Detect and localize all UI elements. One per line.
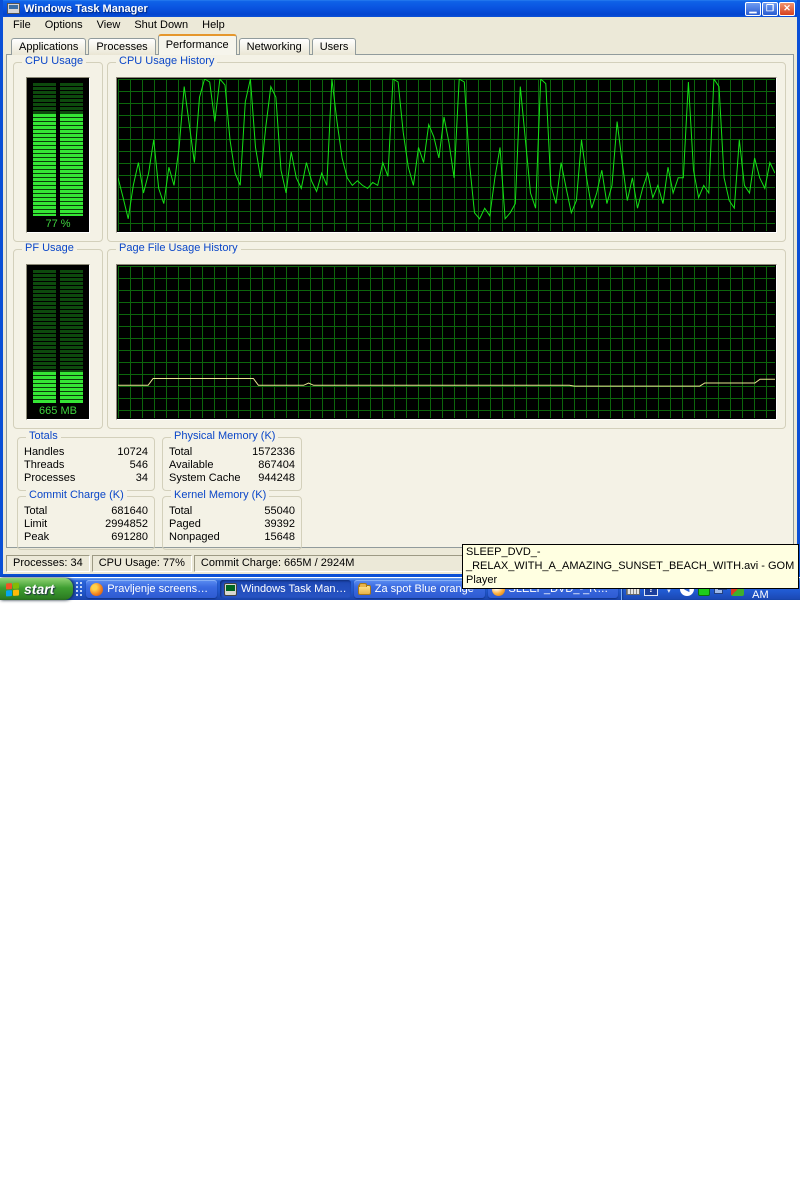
cpu-usage-groupbox: CPU Usage 77 %: [13, 55, 103, 242]
menu-shutdown[interactable]: Shut Down: [127, 18, 195, 32]
stat-label: Peak: [24, 531, 50, 543]
kernel-memory-groupbox: Kernel Memory (K) Total 55040 Paged 3939…: [162, 489, 302, 550]
cpu-usage-value: 77 %: [45, 218, 71, 230]
start-button[interactable]: start: [0, 578, 74, 600]
totals-groupbox: Totals Handles 10724 Threads 546 Process…: [17, 430, 155, 491]
status-processes: Processes: 34: [6, 555, 90, 572]
window-title: Windows Task Manager: [24, 2, 148, 15]
kernel-memory-nonpaged-row: Nonpaged 15648: [169, 531, 295, 544]
close-button[interactable]: ✕: [779, 1, 795, 16]
stat-label: Threads: [24, 459, 65, 471]
stat-value: 546: [129, 459, 148, 471]
pf-usage-gauge: 665 MB: [26, 264, 90, 420]
stat-label: Total: [24, 505, 48, 517]
folder-icon: [357, 583, 371, 595]
firefox-icon: [90, 582, 104, 596]
status-cpu-usage: CPU Usage: 77%: [91, 555, 192, 572]
stat-value: 867404: [258, 459, 295, 471]
status-commit-charge: Commit Charge: 665M / 2924M: [193, 555, 484, 572]
physical-memory-total-row: Total 1572336: [169, 446, 295, 459]
cpu-history-caption: CPU Usage History: [116, 55, 218, 67]
totals-caption: Totals: [26, 430, 61, 442]
commit-charge-peak-row: Peak 691280: [24, 531, 148, 544]
menu-bar: File Options View Shut Down Help: [3, 17, 797, 33]
tab-users[interactable]: Users: [311, 38, 357, 55]
stat-value: 15648: [264, 531, 295, 543]
stat-value: 691280: [111, 531, 148, 543]
stat-label: Total: [169, 505, 193, 517]
pf-usage-groupbox: PF Usage 665 MB: [13, 242, 103, 429]
minimize-button[interactable]: ▁: [745, 1, 761, 16]
tab-strip: Applications Processes Performance Netwo…: [11, 34, 358, 55]
pf-usage-value: 665 MB: [39, 405, 77, 417]
pf-usage-caption: PF Usage: [22, 242, 77, 254]
stat-value: 55040: [264, 505, 295, 517]
commit-charge-groupbox: Commit Charge (K) Total 681640 Limit 299…: [17, 489, 155, 550]
stat-label: Nonpaged: [169, 531, 220, 543]
pf-history-groupbox: Page File Usage History: [107, 242, 786, 429]
menu-file[interactable]: File: [6, 18, 38, 32]
taskbar-button-firefox[interactable]: Pravljenje screenshot...: [86, 580, 217, 598]
task-manager-window: Windows Task Manager ▁ ❐ ✕ File Options …: [0, 0, 800, 577]
totals-handles-row: Handles 10724: [24, 446, 148, 459]
stat-value: 2994852: [105, 518, 148, 530]
tab-networking[interactable]: Networking: [238, 38, 310, 55]
cpu-usage-caption: CPU Usage: [22, 55, 87, 67]
totals-threads-row: Threads 546: [24, 459, 148, 472]
task-manager-icon: [224, 582, 237, 596]
cpu-usage-gauge: 77 %: [26, 77, 90, 233]
cpu-history-frame: [116, 77, 777, 233]
performance-tab-page: CPU Usage 77 % CPU Usage History PF Usag…: [6, 54, 794, 550]
kernel-memory-paged-row: Paged 39392: [169, 518, 295, 531]
stat-label: Available: [169, 459, 214, 471]
commit-charge-total-row: Total 681640: [24, 505, 148, 518]
gom-player-tooltip: SLEEP_DVD_-_RELAX_WITH_A_AMAZING_SUNSET_…: [462, 544, 799, 589]
stat-value: 1572336: [252, 446, 295, 458]
pf-history-frame: [116, 264, 777, 420]
taskbar-grip[interactable]: [75, 581, 85, 597]
maximize-button[interactable]: ❐: [762, 1, 778, 16]
menu-options[interactable]: Options: [38, 18, 90, 32]
tab-applications[interactable]: Applications: [11, 38, 87, 55]
stat-value: 944248: [258, 472, 295, 484]
windows-flag-icon: [6, 582, 20, 596]
stat-label: Total: [169, 446, 193, 458]
cpu-history-graph: [118, 79, 775, 231]
menu-view[interactable]: View: [90, 18, 128, 32]
stat-value: 10724: [117, 446, 148, 458]
stat-label: Handles: [24, 446, 65, 458]
tab-processes[interactable]: Processes: [88, 38, 156, 55]
stat-label: Processes: [24, 472, 76, 484]
stat-label: System Cache: [169, 472, 241, 484]
physical-memory-caption: Physical Memory (K): [171, 430, 279, 442]
stat-value: 34: [135, 472, 148, 484]
task-manager-app-icon: [7, 3, 20, 14]
start-label: start: [24, 581, 55, 597]
stat-label: Paged: [169, 518, 201, 530]
menu-help[interactable]: Help: [195, 18, 232, 32]
pf-history-caption: Page File Usage History: [116, 242, 241, 254]
physical-memory-cache-row: System Cache 944248: [169, 472, 295, 485]
kernel-memory-total-row: Total 55040: [169, 505, 295, 518]
cpu-history-groupbox: CPU Usage History: [107, 55, 786, 242]
tab-performance[interactable]: Performance: [157, 34, 237, 55]
commit-charge-caption: Commit Charge (K): [26, 489, 127, 501]
title-bar[interactable]: Windows Task Manager ▁ ❐ ✕: [3, 0, 797, 17]
stat-label: Limit: [24, 518, 48, 530]
taskbar-button-task-manager[interactable]: Windows Task Manager: [220, 580, 351, 598]
kernel-memory-caption: Kernel Memory (K): [171, 489, 270, 501]
stat-value: 39392: [264, 518, 295, 530]
totals-processes-row: Processes 34: [24, 472, 148, 485]
physical-memory-available-row: Available 867404: [169, 459, 295, 472]
physical-memory-groupbox: Physical Memory (K) Total 1572336 Availa…: [162, 430, 302, 491]
pf-history-graph: [118, 266, 775, 418]
commit-charge-limit-row: Limit 2994852: [24, 518, 148, 531]
stat-value: 681640: [111, 505, 148, 517]
